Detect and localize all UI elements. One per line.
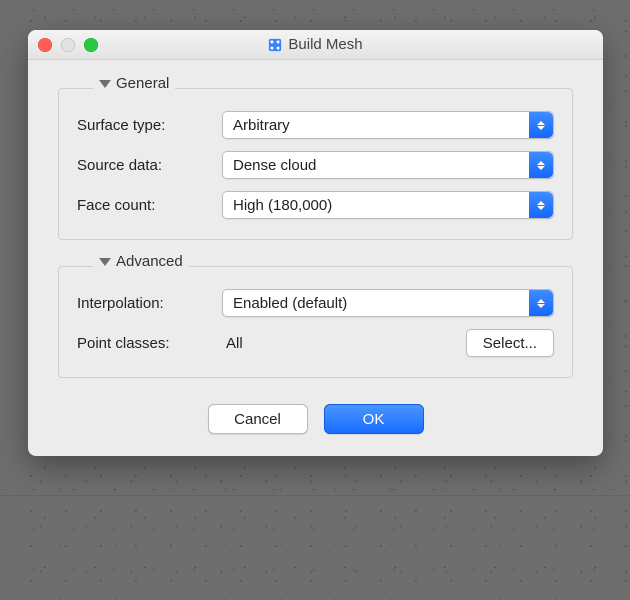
surface-type-select[interactable]: Arbitrary [222, 111, 554, 139]
minimize-icon [61, 38, 75, 52]
group-advanced-title: Advanced [116, 253, 183, 270]
source-data-select[interactable]: Dense cloud [222, 151, 554, 179]
interpolation-select[interactable]: Enabled (default) [222, 289, 554, 317]
row-surface-type: Surface type: Arbitrary [77, 105, 554, 145]
traffic-lights [38, 38, 98, 52]
disclosure-triangle-icon[interactable] [99, 258, 111, 266]
source-data-value: Dense cloud [233, 157, 316, 174]
row-source-data: Source data: Dense cloud [77, 145, 554, 185]
group-advanced-header[interactable]: Advanced [93, 253, 189, 270]
select-point-classes-button[interactable]: Select... [466, 329, 554, 357]
select-stepper-icon [529, 112, 553, 138]
surface-type-value: Arbitrary [233, 117, 290, 134]
select-button-label: Select... [483, 335, 537, 352]
group-general: General Surface type: Arbitrary Source d… [58, 88, 573, 240]
surface-type-label: Surface type: [77, 117, 222, 134]
chevron-up-icon [537, 201, 545, 205]
group-general-header[interactable]: General [93, 75, 175, 92]
dialog-content: General Surface type: Arbitrary Source d… [28, 60, 603, 456]
dialog-footer: Cancel OK [58, 404, 573, 434]
chevron-down-icon [537, 126, 545, 130]
interpolation-value: Enabled (default) [233, 295, 347, 312]
group-advanced: Advanced Interpolation: Enabled (default… [58, 266, 573, 378]
row-point-classes: Point classes: All Select... [77, 323, 554, 363]
row-interpolation: Interpolation: Enabled (default) [77, 283, 554, 323]
ok-button-label: OK [363, 411, 385, 428]
point-classes-label: Point classes: [77, 335, 222, 352]
film-icon [268, 38, 282, 52]
close-icon[interactable] [38, 38, 52, 52]
chevron-up-icon [537, 121, 545, 125]
chevron-down-icon [537, 304, 545, 308]
titlebar[interactable]: Build Mesh [28, 30, 603, 60]
face-count-value: High (180,000) [233, 197, 332, 214]
select-stepper-icon [529, 290, 553, 316]
bg-line [0, 495, 630, 496]
select-stepper-icon [529, 152, 553, 178]
chevron-down-icon [537, 166, 545, 170]
chevron-up-icon [537, 299, 545, 303]
chevron-down-icon [537, 206, 545, 210]
cancel-button[interactable]: Cancel [208, 404, 308, 434]
row-face-count: Face count: High (180,000) [77, 185, 554, 225]
source-data-label: Source data: [77, 157, 222, 174]
chevron-up-icon [537, 161, 545, 165]
face-count-label: Face count: [77, 197, 222, 214]
cancel-button-label: Cancel [234, 411, 281, 428]
build-mesh-dialog: Build Mesh General Surface type: Arbitra… [28, 30, 603, 456]
group-general-title: General [116, 75, 169, 92]
window-title: Build Mesh [288, 36, 362, 53]
interpolation-label: Interpolation: [77, 295, 222, 312]
disclosure-triangle-icon[interactable] [99, 80, 111, 88]
select-stepper-icon [529, 192, 553, 218]
ok-button[interactable]: OK [324, 404, 424, 434]
title-center: Build Mesh [28, 36, 603, 53]
face-count-select[interactable]: High (180,000) [222, 191, 554, 219]
point-classes-value: All [226, 335, 243, 352]
zoom-icon[interactable] [84, 38, 98, 52]
